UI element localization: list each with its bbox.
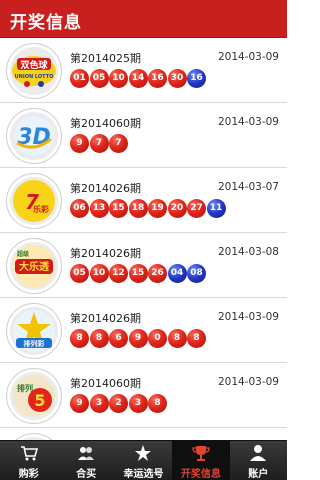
issue-number: 第2014026期 <box>70 312 141 325</box>
result-row-shuangseqiu[interactable]: 双色球 UNION LOTTO 第2014025期 2014-03-09 01 0… <box>0 38 287 103</box>
ball-row: 05 10 12 15 26 04 08 <box>70 264 207 284</box>
draw-date: 2014-03-07 <box>217 181 279 193</box>
draw-date: 2014-03-09 <box>217 376 279 388</box>
pailie-logo: 排列彩 <box>6 303 62 359</box>
3d-logo: 3D <box>6 108 62 164</box>
shuangseqiu-logo: 双色球 UNION LOTTO <box>6 43 62 99</box>
red-ball: 13 <box>89 199 109 218</box>
bottom-tab-bar: 购彩 合买 幸运选号 开奖信息 账户 <box>0 440 287 480</box>
red-ball: 8 <box>187 329 206 348</box>
svg-text:乐彩: 乐彩 <box>33 204 49 214</box>
red-ball: 30 <box>167 69 187 88</box>
tab-label: 开奖信息 <box>180 469 221 480</box>
red-ball: 15 <box>128 264 148 283</box>
red-ball: 16 <box>148 69 167 88</box>
svg-text:超级: 超级 <box>16 250 29 258</box>
red-ball: 05 <box>70 264 89 283</box>
result-row-pailie[interactable]: 排列彩 第2014026期 2014-03-09 8869088 <box>0 298 287 363</box>
red-ball: 10 <box>89 264 109 283</box>
red-ball: 6 <box>109 329 128 348</box>
result-row-qilecai[interactable]: 7 乐彩 第2014026期 2014-03-07 06 13 15 18 19 20 27… <box>0 168 287 233</box>
red-ball: 9 <box>70 134 89 153</box>
cart-icon <box>20 446 38 461</box>
red-ball: 9 <box>128 329 148 348</box>
issue-number: 第2014025期 <box>70 52 141 65</box>
blue-ball: 04 <box>167 264 187 283</box>
red-ball: 05 <box>89 69 109 88</box>
tab-label: 合买 <box>76 469 97 480</box>
red-ball: 7 <box>89 134 109 153</box>
red-ball: 06 <box>70 199 89 218</box>
blue-ball: 11 <box>206 199 226 218</box>
draw-date: 2014-03-08 <box>217 246 279 258</box>
draw-date: 2014-03-09 <box>217 116 279 128</box>
svg-text:UNION LOTTO: UNION LOTTO <box>15 74 54 80</box>
svg-text:大乐透: 大乐透 <box>19 260 50 273</box>
red-ball: 12 <box>109 264 128 283</box>
qilecai-logo: 7 乐彩 <box>6 173 62 229</box>
red-ball: 26 <box>148 264 167 283</box>
draw-date: 2014-03-09 <box>217 311 279 323</box>
tab-label: 账户 <box>248 469 269 480</box>
result-row-partial[interactable] <box>0 428 287 440</box>
tab-he-mai[interactable]: 合买 <box>57 441 114 480</box>
ball-row: 8869088 <box>70 329 207 349</box>
page-title: 开奖信息 <box>10 13 82 33</box>
ball-row: 977 <box>70 134 129 154</box>
red-ball: 3 <box>128 394 148 413</box>
red-ball: 20 <box>167 199 187 218</box>
tab-label: 购彩 <box>18 469 39 480</box>
red-ball: 18 <box>128 199 148 218</box>
red-ball: 3 <box>89 394 109 413</box>
red-ball: 2 <box>109 394 128 413</box>
pailie5-logo: 5 排列 <box>6 368 62 424</box>
red-ball: 01 <box>70 69 89 88</box>
red-ball: 15 <box>109 199 128 218</box>
result-row-daletou[interactable]: 大乐透 超级 第2014026期 2014-03-08 05 10 12 15 26 04… <box>0 233 287 298</box>
tab-account[interactable]: 账户 <box>230 441 287 480</box>
svg-text:排列彩: 排列彩 <box>24 339 46 348</box>
svg-text:双色球: 双色球 <box>20 59 48 71</box>
red-ball: 7 <box>109 134 128 153</box>
red-ball: 0 <box>148 329 167 348</box>
ball-row: 01 05 10 14 16 30 16 <box>70 69 207 89</box>
ball-row: 06 13 15 18 19 20 27 11 <box>70 199 226 219</box>
blue-ball: 16 <box>187 69 206 88</box>
red-ball: 8 <box>167 329 187 348</box>
tab-draw-results[interactable]: 开奖信息 <box>172 441 230 480</box>
red-ball: 8 <box>89 329 109 348</box>
trophy-icon <box>192 446 210 461</box>
issue-number: 第2014060期 <box>70 117 141 130</box>
issue-number: 第2014026期 <box>70 247 141 260</box>
user-icon <box>250 445 267 461</box>
blue-ball: 08 <box>187 264 206 283</box>
red-ball: 19 <box>148 199 167 218</box>
header-bar: 开奖信息 <box>0 0 287 38</box>
results-list[interactable]: 双色球 UNION LOTTO 第2014025期 2014-03-09 01 0… <box>0 38 287 440</box>
tab-label: 幸运选号 <box>123 469 164 480</box>
red-ball: 27 <box>187 199 206 218</box>
tab-gou-cai[interactable]: 购彩 <box>0 441 57 480</box>
ball-row: 93238 <box>70 394 168 414</box>
issue-number: 第2014026期 <box>70 182 141 195</box>
result-row-3d[interactable]: 3D 第2014060期 2014-03-09 977 <box>0 103 287 168</box>
lucky-star-icon <box>135 445 152 461</box>
draw-date: 2014-03-09 <box>217 51 279 63</box>
red-ball: 14 <box>128 69 148 88</box>
issue-number: 第2014060期 <box>70 377 141 390</box>
group-icon <box>78 447 95 460</box>
red-ball: 9 <box>70 394 89 413</box>
red-ball: 10 <box>109 69 128 88</box>
red-ball: 8 <box>148 394 167 413</box>
lottery-logo <box>6 433 62 440</box>
svg-text:排列: 排列 <box>17 383 33 393</box>
svg-text:5: 5 <box>34 391 45 410</box>
result-row-pailie5[interactable]: 5 排列 第2014060期 2014-03-09 93238 <box>0 363 287 428</box>
tab-lucky-pick[interactable]: 幸运选号 <box>115 441 172 480</box>
red-ball: 8 <box>70 329 89 348</box>
daletou-logo: 大乐透 超级 <box>6 238 62 294</box>
